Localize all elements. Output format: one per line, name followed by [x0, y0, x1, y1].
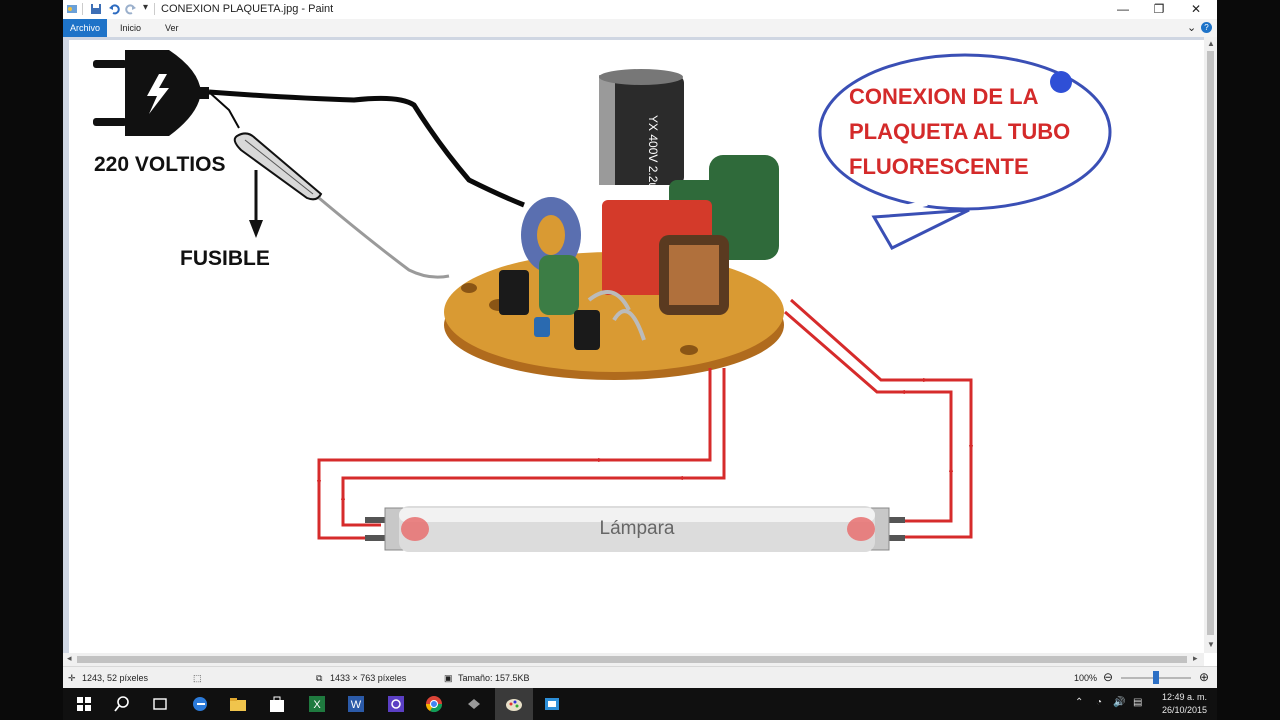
search-icon[interactable] [113, 695, 131, 713]
tray-overflow-icon[interactable]: ⌃ [1075, 697, 1083, 708]
zoom-in-button[interactable]: ⊕ [1199, 670, 1209, 684]
tab-inicio[interactable]: Inicio [120, 19, 141, 37]
image-dimensions: 1433 × 763 píxeles [330, 673, 407, 683]
taskbar: X W ⌃ ◔ 🔊 ▤ 12:49 a. m. 26/10/2015 [63, 688, 1217, 720]
window-title: CONEXION PLAQUETA.jpg - Paint [161, 3, 334, 15]
chrome-icon[interactable] [425, 695, 443, 713]
zoom-slider-thumb[interactable] [1153, 671, 1159, 684]
collapse-ribbon-icon[interactable]: ⌄ [1187, 19, 1196, 37]
zoom-out-button[interactable]: ⊖ [1103, 670, 1113, 684]
maximize-button[interactable]: ❐ [1141, 0, 1177, 19]
task-view-icon[interactable] [151, 695, 169, 713]
file-explorer-icon[interactable] [229, 695, 247, 713]
paint-window: ▾ CONEXION PLAQUETA.jpg - Paint — ❐ ✕ Ar… [63, 0, 1217, 688]
edge-icon[interactable] [191, 695, 209, 713]
save-icon[interactable] [90, 3, 102, 15]
paint-app-icon [67, 5, 77, 13]
cursor-position-icon: ✛ [68, 673, 76, 683]
svg-text:W: W [351, 699, 362, 711]
capacitor-icon: YX 400V 2.2uF [599, 69, 684, 196]
selection-handle-icon [1050, 71, 1072, 93]
action-center-icon[interactable]: ▤ [1133, 697, 1142, 708]
plug-label: 220 VOLTIOS [94, 153, 226, 176]
canvas-area: 220 VOLTIOS FUSIBLE YX 400V 2.2uF Lámpar… [63, 37, 1204, 653]
vertical-scrollbar[interactable]: ▲ ▼ [1204, 37, 1217, 653]
cursor-position: 1243, 52 píxeles [82, 673, 149, 683]
scroll-down-icon[interactable]: ▼ [1207, 640, 1215, 649]
start-icon[interactable] [75, 695, 93, 713]
clock-time[interactable]: 12:49 a. m. [1162, 692, 1207, 702]
excel-icon[interactable]: X [308, 695, 326, 713]
customize-quick-access-icon[interactable]: ▾ [143, 2, 148, 13]
horizontal-scrollbar[interactable]: ◂ ▸ [63, 653, 1204, 666]
image-canvas[interactable]: 220 VOLTIOS FUSIBLE YX 400V 2.2uF Lámpar… [69, 40, 1204, 653]
title-bar: ▾ CONEXION PLAQUETA.jpg - Paint — ❐ ✕ [63, 0, 1217, 19]
svg-text:X: X [313, 699, 321, 711]
paint-taskbar-active[interactable] [495, 688, 533, 720]
file-size: Tamaño: 157.5KB [458, 673, 530, 683]
scroll-right-icon[interactable]: ▸ [1193, 653, 1198, 664]
paint-icon [506, 699, 522, 711]
minimize-button[interactable]: — [1105, 0, 1141, 19]
undo-icon[interactable] [108, 3, 120, 15]
zoom-level: 100% [1074, 673, 1098, 683]
settings-app-icon[interactable] [387, 695, 405, 713]
recorder-app-icon[interactable] [543, 695, 561, 713]
status-bar: ✛ 1243, 52 píxeles ⬚ ⧉ 1433 × 763 píxele… [63, 666, 1217, 688]
ribbon-tabs: Archivo Inicio Ver ⌄ ? [63, 19, 1217, 38]
bubble-line-3: FLUORESCENTE [849, 154, 1029, 179]
selection-size-icon: ⬚ [193, 673, 202, 683]
bubble-line-1: CONEXION DE LA [849, 84, 1039, 109]
scroll-up-icon[interactable]: ▲ [1207, 39, 1215, 48]
vertical-scroll-thumb[interactable] [1207, 51, 1214, 635]
tab-ver[interactable]: Ver [165, 19, 179, 37]
redo-icon[interactable] [125, 3, 137, 15]
store-icon[interactable] [268, 695, 286, 713]
close-button[interactable]: ✕ [1178, 0, 1214, 19]
fuse-label: FUSIBLE [180, 247, 270, 270]
lamp-label: Lámpara [600, 518, 675, 539]
bubble-line-2: PLAQUETA AL TUBO [849, 119, 1070, 144]
fluorescent-tube: Lámpara [365, 506, 905, 552]
help-icon[interactable]: ? [1201, 22, 1212, 33]
network-icon[interactable]: ◔ [1096, 697, 1102, 708]
volume-icon[interactable]: 🔊 [1113, 697, 1125, 708]
image-dimensions-icon: ⧉ [316, 673, 323, 683]
capacitor-text: YX 400V 2.2uF [646, 115, 660, 196]
tab-archivo[interactable]: Archivo [63, 19, 107, 37]
file-size-icon: ▣ [444, 673, 453, 683]
word-icon[interactable]: W [347, 695, 365, 713]
media-app-icon[interactable] [465, 695, 483, 713]
scroll-left-icon[interactable]: ◂ [67, 653, 72, 664]
horizontal-scroll-thumb[interactable] [77, 656, 1187, 663]
clock-date[interactable]: 26/10/2015 [1162, 705, 1207, 715]
